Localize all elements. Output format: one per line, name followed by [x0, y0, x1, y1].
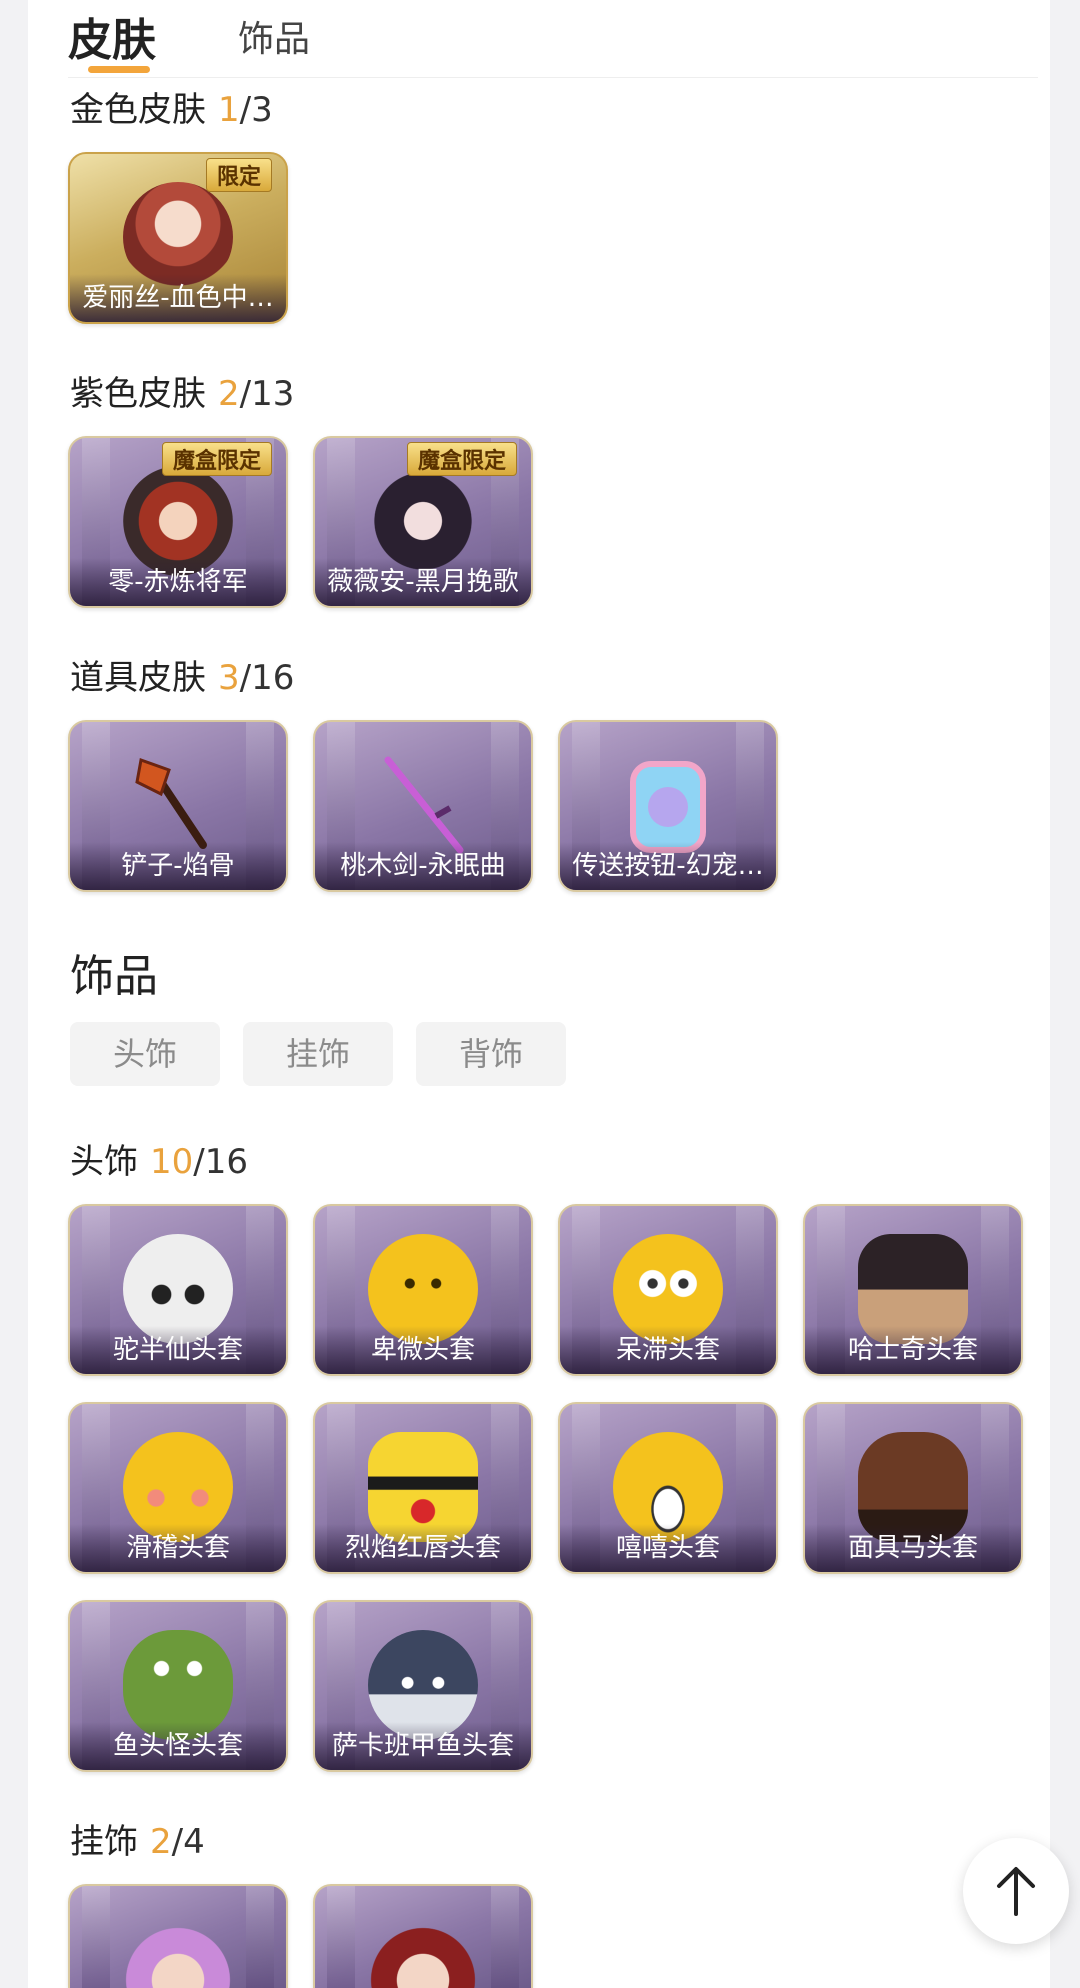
total-count: /4 — [171, 1822, 205, 1862]
pendant-card[interactable] — [68, 1884, 288, 1988]
limited-badge: 限定 — [205, 158, 272, 192]
card-label: 萨卡班甲鱼头套 — [315, 1722, 531, 1770]
headwear-card[interactable]: 卑微头套 — [313, 1204, 533, 1376]
section-title: 道具皮肤 — [70, 658, 206, 698]
card-label: 鱼头怪头套 — [70, 1722, 286, 1770]
headwear-card[interactable]: 面具马头套 — [803, 1402, 1023, 1574]
headwear-card[interactable]: 驼半仙头套 — [68, 1204, 288, 1376]
owned-count: 3 — [218, 658, 240, 698]
card-label: 卑微头套 — [315, 1326, 531, 1374]
magicbox-limited-badge: 魔盒限定 — [161, 442, 272, 476]
pendant-character-icon — [123, 1914, 233, 1988]
gold-skins-header: 金色皮肤 1/3 — [70, 82, 273, 131]
headwear-card[interactable]: 鱼头怪头套 — [68, 1600, 288, 1772]
total-count: /3 — [239, 90, 273, 130]
pendant-header: 挂饰 2/4 — [70, 1814, 205, 1863]
card-label: 滑稽头套 — [70, 1524, 286, 1572]
card-decoration — [82, 1886, 110, 1988]
headwear-header: 头饰 10/16 — [70, 1134, 248, 1183]
card-label: 桃木剑-永眠曲 — [315, 842, 531, 890]
card-label: 爱丽丝-血色中… — [70, 274, 286, 322]
tab-skins[interactable]: 皮肤 — [68, 4, 156, 68]
filter-headwear[interactable]: 头饰 — [70, 1022, 220, 1086]
section-title: 金色皮肤 — [70, 90, 206, 130]
headwear-card[interactable]: 烈焰红唇头套 — [313, 1402, 533, 1574]
card-label: 驼半仙头套 — [70, 1326, 286, 1374]
skin-card[interactable]: 桃木剑-永眠曲 — [313, 720, 533, 892]
filter-back[interactable]: 背饰 — [416, 1022, 566, 1086]
arrow-up-icon — [997, 1867, 1035, 1916]
owned-count: 10 — [150, 1142, 194, 1182]
purple-skins-header: 紫色皮肤 2/13 — [70, 366, 294, 415]
section-title: 挂饰 — [70, 1822, 138, 1862]
owned-count: 2 — [218, 374, 240, 414]
skin-card[interactable]: 传送按钮-幻宠… — [558, 720, 778, 892]
total-count: /16 — [193, 1142, 248, 1182]
card-label: 面具马头套 — [805, 1524, 1021, 1572]
card-label: 零-赤炼将军 — [70, 558, 286, 606]
card-label: 嘻嘻头套 — [560, 1524, 776, 1572]
owned-count: 2 — [150, 1822, 172, 1862]
pendant-card[interactable] — [313, 1884, 533, 1988]
tool-skins-header: 道具皮肤 3/16 — [70, 650, 294, 699]
active-tab-indicator — [88, 66, 150, 73]
skin-card[interactable]: 铲子-焰骨 — [68, 720, 288, 892]
filter-pendant[interactable]: 挂饰 — [243, 1022, 393, 1086]
headwear-card[interactable]: 嘻嘻头套 — [558, 1402, 778, 1574]
section-title: 头饰 — [70, 1142, 138, 1182]
skin-card[interactable]: 魔盒限定 零-赤炼将军 — [68, 436, 288, 608]
card-decoration — [327, 1886, 355, 1988]
collection-page: 皮肤 饰品 金色皮肤 1/3 限定 爱丽丝-血色中… 紫色皮肤 2/13 魔盒限定 … — [28, 0, 1069, 1988]
top-tabs: 皮肤 饰品 — [68, 0, 1038, 78]
card-label: 薇薇安-黑月挽歌 — [315, 558, 531, 606]
card-label: 传送按钮-幻宠… — [560, 842, 776, 890]
skin-card[interactable]: 限定 爱丽丝-血色中… — [68, 152, 288, 324]
owned-count: 1 — [218, 90, 240, 130]
card-decoration — [491, 1886, 519, 1988]
card-decoration — [246, 1886, 274, 1988]
headwear-card[interactable]: 萨卡班甲鱼头套 — [313, 1600, 533, 1772]
card-label: 铲子-焰骨 — [70, 842, 286, 890]
skin-card[interactable]: 魔盒限定 薇薇安-黑月挽歌 — [313, 436, 533, 608]
card-label: 哈士奇头套 — [805, 1326, 1021, 1374]
total-count: /16 — [239, 658, 295, 698]
section-title: 紫色皮肤 — [70, 374, 206, 414]
pendant-character-icon — [368, 1914, 478, 1988]
card-label: 烈焰红唇头套 — [315, 1524, 531, 1572]
magicbox-limited-badge: 魔盒限定 — [406, 442, 517, 476]
total-count: /13 — [239, 374, 295, 414]
headwear-card[interactable]: 哈士奇头套 — [803, 1204, 1023, 1376]
card-label: 呆滞头套 — [560, 1326, 776, 1374]
tab-accessories[interactable]: 饰品 — [238, 10, 310, 62]
headwear-card[interactable]: 滑稽头套 — [68, 1402, 288, 1574]
headwear-card[interactable]: 呆滞头套 — [558, 1204, 778, 1376]
back-to-top-button[interactable] — [963, 1838, 1069, 1944]
accessories-title: 饰品 — [70, 951, 158, 1002]
